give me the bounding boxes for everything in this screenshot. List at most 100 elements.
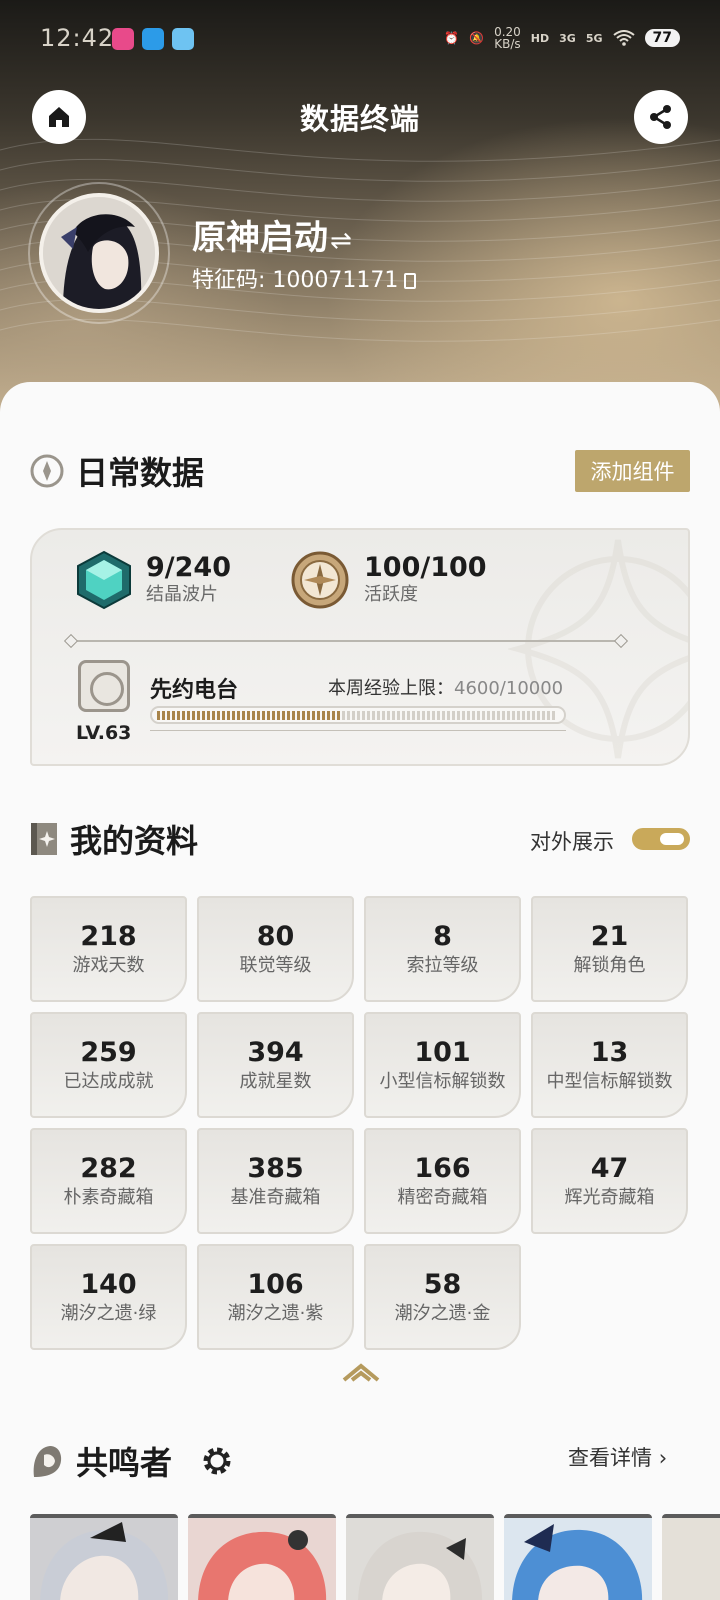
progress-segment — [372, 711, 375, 720]
stat-card: 385 基准奇藏箱 — [197, 1128, 354, 1234]
stat-label: 已达成成就 — [63, 1071, 154, 1092]
progress-segment — [362, 711, 365, 720]
resonator-card[interactable] — [346, 1514, 494, 1600]
stat-label: 中型信标解锁数 — [546, 1071, 673, 1092]
copy-icon[interactable] — [404, 273, 417, 289]
progress-segment — [417, 711, 420, 720]
progress-segment — [267, 711, 270, 720]
stat-label: 索拉等级 — [406, 955, 479, 976]
add-widget-button[interactable]: 添加组件 — [575, 450, 690, 492]
stat-card: 8 索拉等级 — [364, 896, 521, 1002]
stat-value: 140 — [80, 1269, 137, 1300]
status-indicators: ⏰ 🔕 0.20 KB/s HD 3G 5G 77 — [444, 26, 680, 50]
stat-value: 47 — [590, 1153, 629, 1184]
progress-segment — [197, 711, 200, 720]
resonator-card[interactable] — [662, 1514, 720, 1600]
progress-segment — [177, 711, 180, 720]
progress-segment — [287, 711, 290, 720]
view-details-label: 查看详情 — [568, 1446, 652, 1470]
avatar-frame[interactable] — [28, 182, 170, 324]
stat-label: 精密奇藏箱 — [397, 1187, 488, 1208]
speed-unit: KB/s — [494, 37, 521, 51]
progress-segment — [202, 711, 205, 720]
status-time: 12:42 — [40, 24, 115, 52]
activity-value: 100/100 — [364, 552, 487, 583]
stat-label: 解锁角色 — [573, 955, 646, 976]
stat-label: 辉光奇藏箱 — [564, 1187, 655, 1208]
public-display-toggle[interactable] — [632, 828, 690, 850]
gear-icon[interactable] — [200, 1444, 234, 1478]
stat-card: 218 游戏天数 — [30, 896, 187, 1002]
resonator-card[interactable] — [188, 1514, 336, 1600]
profile-section-title: 我的资料 — [70, 822, 199, 860]
stat-label: 小型信标解锁数 — [379, 1071, 506, 1092]
progress-segment — [182, 711, 185, 720]
activity-label: 活跃度 — [364, 584, 418, 605]
progress-segment — [517, 711, 520, 720]
share-icon — [650, 105, 671, 129]
wifi-icon — [612, 30, 635, 46]
progress-segment — [192, 711, 195, 720]
profile-stats-grid: 218 游戏天数 80 联觉等级 8 索拉等级 21 解锁角色 259 已达成成就 394 成就星数 1… — [30, 896, 690, 1350]
progress-segment — [297, 711, 300, 720]
progress-segment — [542, 711, 545, 720]
progress-segment — [242, 711, 245, 720]
compass-icon — [291, 551, 349, 609]
resonator-card[interactable] — [504, 1514, 652, 1600]
user-name-row[interactable]: 原神启动⇌ — [192, 210, 352, 259]
stat-value: 13 — [590, 1037, 629, 1068]
progress-segment — [432, 711, 435, 720]
battery-indicator: 77 — [644, 29, 680, 47]
stat-card: 101 小型信标解锁数 — [364, 1012, 521, 1118]
progress-segment — [427, 711, 430, 720]
mute-icon: 🔕 — [469, 31, 485, 45]
progress-segment — [347, 711, 350, 720]
progress-segment — [467, 711, 470, 720]
progress-segment — [547, 711, 550, 720]
progress-segment — [282, 711, 285, 720]
radio-icon — [78, 660, 130, 712]
radio-level: LV.63 — [76, 722, 132, 744]
stat-card: 80 联觉等级 — [197, 896, 354, 1002]
user-id-row: 特征码: 100071171 — [192, 262, 417, 294]
progress-segment — [392, 711, 395, 720]
progress-segment — [412, 711, 415, 720]
stat-card: 259 已达成成就 — [30, 1012, 187, 1118]
progress-segment — [527, 711, 530, 720]
progress-segment — [502, 711, 505, 720]
weekly-exp-label: 本周经验上限：4600/10000 — [328, 674, 563, 700]
profile-card-icon — [31, 823, 57, 855]
resonator-card[interactable] — [30, 1514, 178, 1600]
daily-section-title: 日常数据 — [76, 454, 205, 492]
progress-segment — [452, 711, 455, 720]
progress-segment — [212, 711, 215, 720]
stat-label: 潮汐之遗·绿 — [60, 1303, 157, 1324]
share-button[interactable] — [634, 90, 688, 144]
progress-segment — [292, 711, 295, 720]
collapse-chevron-icon[interactable] — [342, 1362, 380, 1382]
resonator-icon — [33, 1446, 62, 1477]
progress-segment — [232, 711, 235, 720]
hd-icon: HD — [530, 31, 550, 45]
stat-label: 潮汐之遗·金 — [394, 1303, 491, 1324]
progress-segment — [227, 711, 230, 720]
stat-value: 106 — [247, 1269, 304, 1300]
stat-value: 8 — [433, 921, 452, 952]
stat-value: 282 — [80, 1153, 137, 1184]
progress-segment — [162, 711, 165, 720]
progress-segment — [307, 711, 310, 720]
card-divider — [72, 640, 620, 642]
progress-segment — [472, 711, 475, 720]
progress-segment — [207, 711, 210, 720]
stat-card: 394 成就星数 — [197, 1012, 354, 1118]
stat-value: 21 — [590, 921, 629, 952]
daily-data-card[interactable]: 9/240 结晶波片 100/100 活跃度 LV.63 先约电台 本周经验上限… — [30, 528, 690, 766]
weekly-exp-progress-bar — [150, 706, 566, 724]
user-id: 特征码: 100071171 — [192, 268, 399, 293]
app-notification-icon — [142, 28, 164, 50]
swap-icon[interactable]: ⇌ — [330, 226, 352, 256]
progress-segment — [262, 711, 265, 720]
progress-segment — [437, 711, 440, 720]
view-details-link[interactable]: 查看详情 › — [568, 1442, 667, 1472]
stat-label: 游戏天数 — [72, 955, 145, 976]
